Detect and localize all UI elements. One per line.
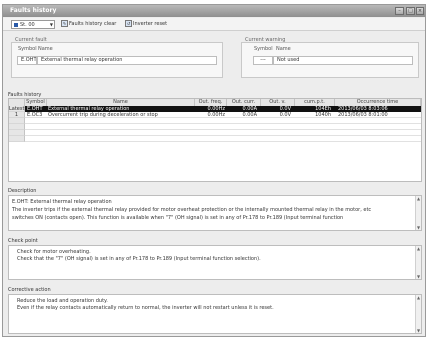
reset-icon: ↺	[125, 20, 132, 27]
check-point-text[interactable]: Check for motor overheating. Check that …	[8, 245, 422, 280]
current-warning-symbol: ---	[253, 56, 273, 65]
corrective-action-label: Corrective action	[8, 287, 51, 293]
current-warning-symbol-header: Symbol	[254, 46, 273, 52]
check-point-scrollbar[interactable]: ▲ ▼	[415, 246, 421, 279]
corrective-action-scrollbar[interactable]: ▲ ▼	[415, 295, 421, 333]
col-header-occurrence-time[interactable]: Occurrence time	[335, 99, 421, 106]
scroll-down-icon[interactable]: ▼	[416, 225, 421, 230]
scroll-up-icon[interactable]: ▲	[416, 295, 421, 300]
col-header-cum-time[interactable]: cum.p.t.	[295, 99, 335, 106]
station-icon	[14, 23, 18, 27]
window-title: Faults history	[10, 7, 57, 14]
corrective-action-text[interactable]: Reduce the load and operation duty. Even…	[8, 294, 422, 334]
current-warning-group: Symbol Name --- Not used	[241, 42, 419, 78]
current-fault-symbol-header: Symbol	[18, 46, 37, 52]
scroll-up-icon[interactable]: ▲	[416, 246, 421, 251]
toolbar: St. 00 ▼ ✎ Faults history clear ↺ Inverter…	[3, 18, 425, 31]
faults-history-window: Faults history – □ × St. 00 ▼ ✎ Faults hi…	[2, 4, 426, 337]
row-index	[9, 136, 25, 142]
row-header-corner	[9, 99, 25, 106]
current-fault-group: Symbol Name E.OHT External thermal relay…	[11, 42, 223, 78]
col-header-out-volt[interactable]: Out. v.	[261, 99, 295, 106]
description-scrollbar[interactable]: ▲ ▼	[415, 196, 421, 230]
station-select[interactable]: St. 00 ▼	[11, 20, 55, 29]
table-row[interactable]	[9, 136, 421, 142]
title-bar[interactable]: Faults history – □ ×	[3, 5, 425, 17]
col-header-symbol[interactable]: Symbol	[25, 99, 47, 106]
scroll-down-icon[interactable]: ▼	[416, 274, 421, 279]
current-fault-name: External thermal relay operation	[37, 56, 217, 65]
current-fault-name-header: Name	[38, 46, 53, 52]
col-header-out-curr[interactable]: Out. curr.	[227, 99, 261, 106]
col-header-out-freq[interactable]: Out. freq.	[195, 99, 227, 106]
current-fault-symbol: E.OHT	[17, 56, 37, 65]
col-header-name[interactable]: Name	[47, 99, 195, 106]
minimize-button[interactable]: –	[395, 7, 404, 15]
current-warning-name-header: Name	[276, 46, 291, 52]
check-point-label: Check point	[8, 238, 38, 244]
eraser-icon: ✎	[61, 20, 68, 27]
maximize-button[interactable]: □	[406, 7, 415, 15]
faults-history-clear-button[interactable]: ✎ Faults history clear	[61, 20, 116, 29]
close-button[interactable]: ×	[416, 7, 424, 15]
current-warning-name: Not used	[273, 56, 413, 65]
inverter-reset-button[interactable]: ↺ Inverter reset	[125, 20, 167, 29]
scroll-down-icon[interactable]: ▼	[416, 328, 421, 333]
chevron-down-icon: ▼	[49, 22, 53, 27]
scroll-up-icon[interactable]: ▲	[416, 196, 421, 201]
faults-history-table: Symbol Name Out. freq. Out. curr. Out. v…	[8, 98, 422, 182]
description-text[interactable]: E.OHT: External thermal relay operation …	[8, 195, 422, 231]
description-label: Description	[8, 188, 37, 194]
